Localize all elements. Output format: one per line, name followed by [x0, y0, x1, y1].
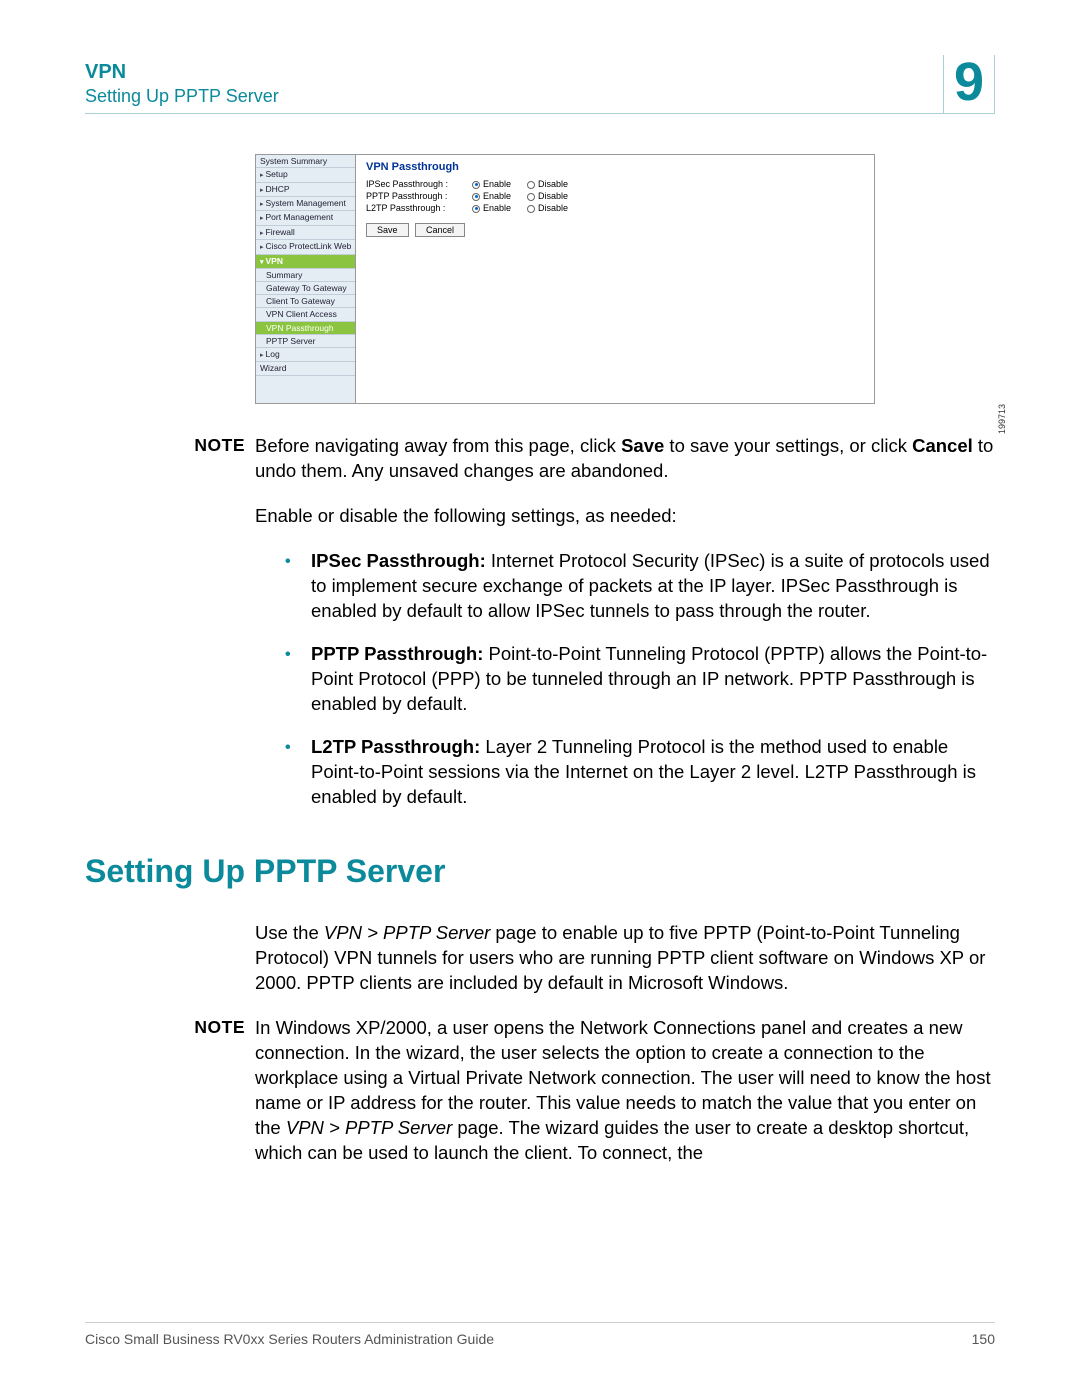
- option-row: L2TP Passthrough : Enable Disable: [366, 203, 864, 213]
- note-block: NOTE Before navigating away from this pa…: [85, 434, 995, 484]
- bullet-icon: •: [285, 549, 311, 624]
- note-label: NOTE: [85, 434, 255, 484]
- radio-icon: [472, 205, 480, 213]
- page-footer: Cisco Small Business RV0xx Series Router…: [85, 1322, 995, 1347]
- nav-sidebar: System Summary Setup DHCP System Managem…: [256, 155, 356, 403]
- note-body: In Windows XP/2000, a user opens the Net…: [255, 1016, 995, 1166]
- page-header: VPN Setting Up PPTP Server 9: [85, 55, 995, 114]
- radio-enable[interactable]: Enable: [472, 179, 511, 189]
- save-button[interactable]: Save: [366, 223, 409, 237]
- paragraph: Use the VPN > PPTP Server page to enable…: [85, 921, 995, 996]
- image-id: 199713: [997, 404, 1007, 434]
- nav-item[interactable]: Port Management: [256, 211, 355, 225]
- embedded-screenshot: System Summary Setup DHCP System Managem…: [255, 154, 995, 404]
- option-row: PPTP Passthrough : Enable Disable: [366, 191, 864, 201]
- chapter-number-box: 9: [943, 55, 995, 113]
- radio-icon: [472, 181, 480, 189]
- nav-item[interactable]: Firewall: [256, 226, 355, 240]
- paragraph: Enable or disable the following settings…: [85, 504, 995, 529]
- page-number: 150: [972, 1331, 995, 1347]
- option-row: IPSec Passthrough : Enable Disable: [366, 179, 864, 189]
- radio-icon: [527, 205, 535, 213]
- bullet-item: • PPTP Passthrough: Point-to-Point Tunne…: [285, 642, 995, 717]
- option-label: L2TP Passthrough :: [366, 203, 456, 213]
- note-body: Before navigating away from this page, c…: [255, 434, 995, 484]
- note-label: NOTE: [85, 1016, 255, 1166]
- chapter-label: VPN: [85, 61, 279, 84]
- radio-enable[interactable]: Enable: [472, 203, 511, 213]
- radio-disable[interactable]: Disable: [527, 179, 568, 189]
- bullet-item: • L2TP Passthrough: Layer 2 Tunneling Pr…: [285, 735, 995, 810]
- radio-icon: [527, 181, 535, 189]
- radio-enable[interactable]: Enable: [472, 191, 511, 201]
- nav-sub-item[interactable]: PPTP Server: [256, 335, 355, 348]
- bullet-icon: •: [285, 735, 311, 810]
- header-subtitle: Setting Up PPTP Server: [85, 86, 279, 107]
- screenshot-content: VPN Passthrough IPSec Passthrough : Enab…: [356, 155, 874, 403]
- bullet-icon: •: [285, 642, 311, 717]
- radio-icon: [472, 193, 480, 201]
- nav-item[interactable]: Cisco ProtectLink Web: [256, 240, 355, 254]
- note-block: NOTE In Windows XP/2000, a user opens th…: [85, 1016, 995, 1166]
- bullet-list: • IPSec Passthrough: Internet Protocol S…: [285, 549, 995, 810]
- option-label: PPTP Passthrough :: [366, 191, 456, 201]
- panel-title: VPN Passthrough: [366, 161, 864, 173]
- chapter-number: 9: [954, 55, 984, 109]
- nav-sub-item[interactable]: Gateway To Gateway: [256, 282, 355, 295]
- nav-item[interactable]: DHCP: [256, 183, 355, 197]
- nav-sub-item-passthrough[interactable]: VPN Passthrough: [256, 322, 355, 335]
- nav-sub-item[interactable]: Summary: [256, 269, 355, 282]
- nav-item[interactable]: System Summary: [256, 155, 355, 168]
- nav-item[interactable]: System Management: [256, 197, 355, 211]
- radio-icon: [527, 193, 535, 201]
- radio-disable[interactable]: Disable: [527, 203, 568, 213]
- section-heading: Setting Up PPTP Server: [85, 850, 995, 893]
- nav-item[interactable]: Wizard: [256, 362, 355, 375]
- footer-title: Cisco Small Business RV0xx Series Router…: [85, 1331, 494, 1347]
- nav-sub-item[interactable]: VPN Client Access: [256, 308, 355, 321]
- nav-item-vpn[interactable]: VPN: [256, 255, 355, 269]
- cancel-button[interactable]: Cancel: [415, 223, 465, 237]
- option-label: IPSec Passthrough :: [366, 179, 456, 189]
- nav-item[interactable]: Log: [256, 348, 355, 362]
- bullet-item: • IPSec Passthrough: Internet Protocol S…: [285, 549, 995, 624]
- nav-item[interactable]: Setup: [256, 168, 355, 182]
- radio-disable[interactable]: Disable: [527, 191, 568, 201]
- nav-sub-item[interactable]: Client To Gateway: [256, 295, 355, 308]
